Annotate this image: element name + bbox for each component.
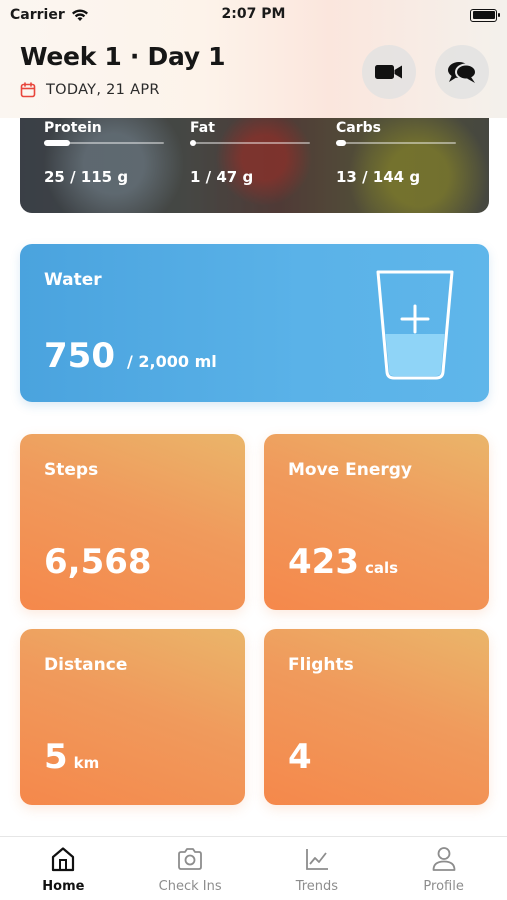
steps-value: 6,568	[44, 542, 152, 582]
flights-value: 4	[288, 737, 312, 777]
macro-protein-fill	[44, 140, 70, 146]
tab-bar: Home Check Ins Trends Profile	[0, 836, 507, 900]
tab-check-ins-label: Check Ins	[158, 879, 222, 894]
add-water-glass-icon[interactable]	[375, 268, 455, 380]
video-camera-icon	[375, 65, 402, 79]
battery-icon	[470, 8, 500, 22]
flights-card[interactable]: Flights 4	[264, 629, 489, 805]
header-date[interactable]: TODAY, 21 APR	[20, 82, 160, 98]
distance-card[interactable]: Distance 5 km	[20, 629, 245, 805]
move-energy-value: 423	[288, 542, 359, 582]
macro-carbs-track	[336, 140, 456, 146]
water-card[interactable]: Water 750 / 2,000 ml	[20, 244, 489, 402]
tab-home[interactable]: Home	[0, 837, 127, 900]
person-icon	[432, 847, 456, 871]
chart-icon	[305, 849, 328, 870]
tab-profile[interactable]: Profile	[380, 837, 507, 900]
home-icon	[52, 847, 75, 872]
macro-protein-label: Protein	[44, 120, 102, 136]
water-amount: 750 / 2,000 ml	[44, 336, 217, 376]
distance-value: 5	[44, 737, 68, 777]
tab-profile-label: Profile	[423, 879, 464, 894]
header: Carrier 2:07 PM Week 1 · Day 1 TODAY, 21…	[0, 0, 507, 118]
move-energy-label: Move Energy	[288, 460, 413, 480]
distance-value-row: 5 km	[44, 737, 99, 777]
camera-icon	[178, 848, 203, 870]
steps-value-row: 6,568	[44, 542, 152, 582]
tab-home-label: Home	[42, 879, 85, 894]
macro-fat-label: Fat	[190, 120, 215, 136]
macro-carbs: Carbs 13 / 144 g	[336, 120, 456, 186]
date-label: TODAY, 21 APR	[46, 82, 160, 98]
tab-check-ins[interactable]: Check Ins	[127, 837, 254, 900]
macro-carbs-fill	[336, 140, 346, 146]
macro-carbs-label: Carbs	[336, 120, 381, 136]
tab-trends[interactable]: Trends	[254, 837, 381, 900]
status-time: 2:07 PM	[221, 6, 286, 22]
macro-fat-value: 1 / 47 g	[190, 168, 254, 186]
macro-fat-track	[190, 140, 310, 146]
move-energy-card[interactable]: Move Energy 423 cals	[264, 434, 489, 610]
steps-card[interactable]: Steps 6,568	[20, 434, 245, 610]
macro-protein: Protein 25 / 115 g	[44, 120, 164, 186]
calendar-icon	[20, 82, 36, 98]
distance-label: Distance	[44, 655, 128, 675]
tab-trends-label: Trends	[295, 879, 339, 894]
video-call-button[interactable]	[362, 45, 416, 99]
flights-value-row: 4	[288, 737, 312, 777]
distance-unit: km	[73, 754, 100, 772]
flights-label: Flights	[288, 655, 354, 675]
move-energy-value-row: 423 cals	[288, 542, 398, 582]
macro-protein-track	[44, 140, 164, 146]
chat-bubbles-icon	[448, 62, 477, 83]
macro-fat-fill	[190, 140, 196, 146]
macro-protein-value: 25 / 115 g	[44, 168, 129, 186]
water-value: 750	[44, 336, 115, 376]
water-label: Water	[44, 270, 102, 290]
water-goal: / 2,000 ml	[126, 352, 217, 371]
steps-label: Steps	[44, 460, 99, 480]
chat-button[interactable]	[435, 45, 489, 99]
battery-level	[472, 11, 495, 19]
macro-carbs-value: 13 / 144 g	[336, 168, 421, 186]
status-bar: Carrier 2:07 PM	[0, 0, 507, 30]
move-energy-unit: cals	[364, 559, 399, 577]
water-fill	[385, 334, 445, 376]
macro-fat: Fat 1 / 47 g	[190, 120, 310, 186]
page-title: Week 1 · Day 1	[20, 42, 226, 71]
